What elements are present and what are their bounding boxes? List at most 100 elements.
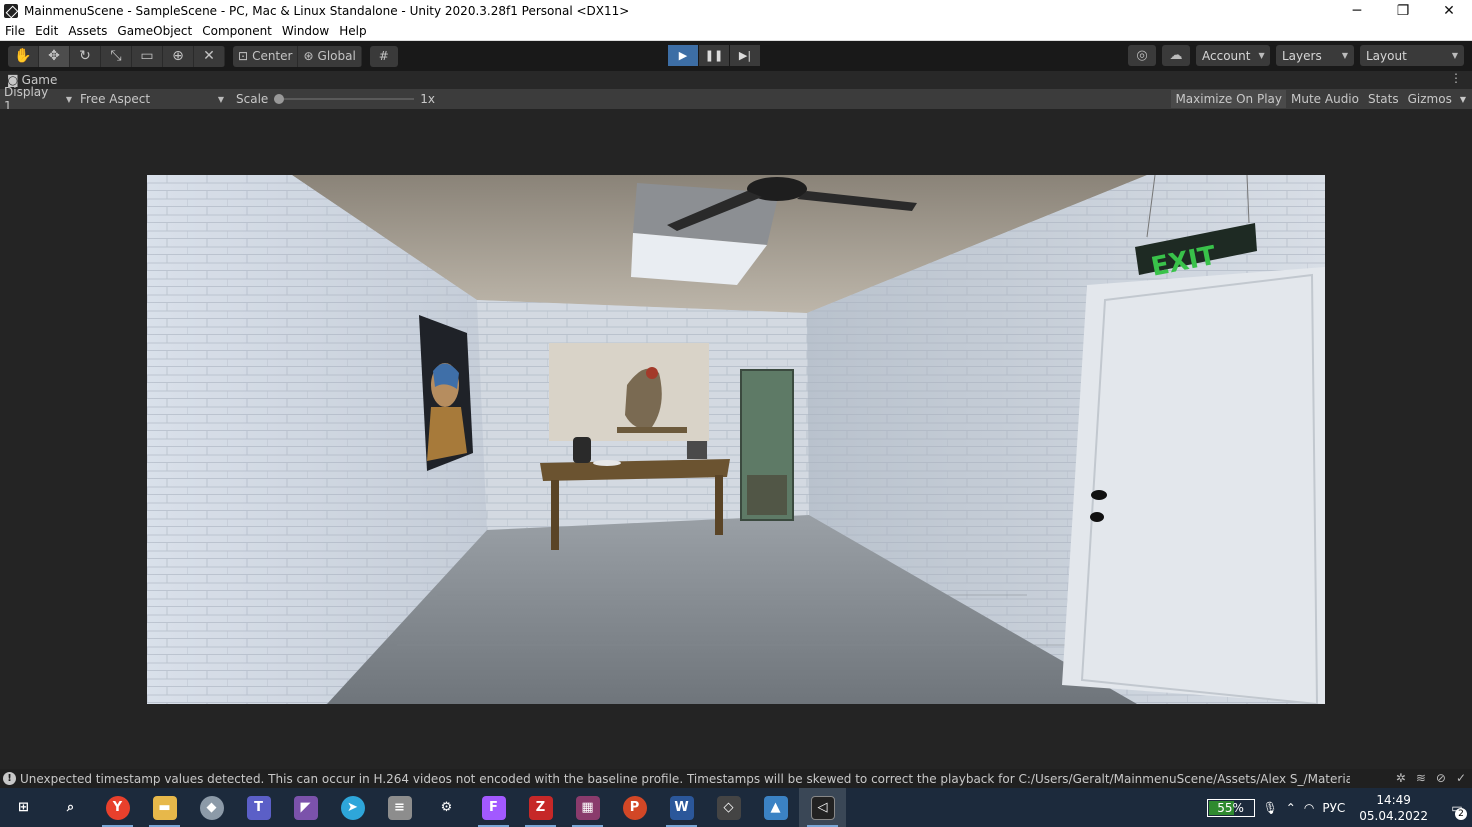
- taskbar-database[interactable]: ≡: [376, 788, 423, 827]
- gizmos-toggle[interactable]: Gizmos ▼: [1404, 90, 1470, 108]
- chevron-up-icon[interactable]: ⌃: [1286, 801, 1296, 815]
- filezilla-icon: Z: [528, 795, 553, 820]
- unity-icon: ◁: [810, 795, 835, 820]
- room-scene: EXIT: [147, 175, 1325, 704]
- scale-value: 1x: [420, 92, 436, 106]
- notification-center-button[interactable]: ▭ 2: [1442, 788, 1472, 827]
- layers-stack-icon[interactable]: ≋: [1416, 771, 1426, 785]
- start-button[interactable]: ⊞: [0, 788, 47, 827]
- taskbar-file-explorer[interactable]: ▬: [141, 788, 188, 827]
- check-circle-icon[interactable]: ✓: [1456, 771, 1466, 785]
- aspect-label: Free Aspect: [80, 92, 151, 106]
- play-icon[interactable]: ▶: [668, 45, 698, 66]
- taskbar-filezilla[interactable]: Z: [517, 788, 564, 827]
- collab-icon[interactable]: ◎: [1128, 45, 1156, 66]
- gizmos-label: Gizmos: [1407, 92, 1452, 106]
- teams-icon: T: [246, 795, 271, 820]
- books: [687, 441, 707, 459]
- taskbar-unity[interactable]: ◁: [799, 788, 846, 827]
- aspect-dropdown[interactable]: Free Aspect ▼: [76, 90, 228, 108]
- taskbar-winrar[interactable]: ▦: [564, 788, 611, 827]
- step-icon[interactable]: ▶|: [730, 45, 760, 66]
- globe-icon: ⊛: [303, 49, 314, 63]
- taskbar-figma[interactable]: F: [470, 788, 517, 827]
- windows-logo-icon: ⊞: [18, 800, 29, 815]
- scale-slider-thumb[interactable]: [274, 94, 285, 104]
- maximize-on-play-toggle[interactable]: Maximize On Play: [1171, 90, 1287, 108]
- window-title: MainmenuScene - SampleScene - PC, Mac & …: [24, 4, 630, 18]
- move-tool-icon[interactable]: ✥: [39, 45, 70, 67]
- taskbar-yandex-browser[interactable]: Y: [94, 788, 141, 827]
- taskbar-settings[interactable]: ⚙: [423, 788, 470, 827]
- menu-window[interactable]: Window: [277, 24, 334, 38]
- bug-icon[interactable]: ✲: [1396, 771, 1406, 785]
- window-titlebar: MainmenuScene - SampleScene - PC, Mac & …: [0, 0, 1472, 22]
- powerpoint-icon: P: [622, 795, 647, 820]
- taskbar-visual-studio[interactable]: ◤: [282, 788, 329, 827]
- menu-edit[interactable]: Edit: [30, 24, 63, 38]
- cloud-icon[interactable]: ☁: [1162, 45, 1190, 66]
- database-icon: ≡: [387, 795, 412, 820]
- display-dropdown[interactable]: Display 1 ▼: [0, 85, 76, 113]
- game-viewport-area: EXIT: [0, 109, 1472, 769]
- game-view[interactable]: EXIT: [147, 175, 1325, 704]
- account-label: Account: [1202, 48, 1251, 63]
- taskbar-telegram[interactable]: ➤: [329, 788, 376, 827]
- menu-bar: File Edit Assets GameObject Component Wi…: [0, 22, 1472, 41]
- wifi-icon[interactable]: ◠: [1304, 801, 1314, 815]
- search-button[interactable]: ⌕: [47, 788, 94, 827]
- custom-tool-icon[interactable]: ✕: [194, 45, 225, 67]
- console-status-bar[interactable]: ! Unexpected timestamp values detected. …: [0, 769, 1472, 788]
- taskbar-teams[interactable]: T: [235, 788, 282, 827]
- menu-component[interactable]: Component: [197, 24, 277, 38]
- microphone-icon[interactable]: 🎙: [1263, 801, 1278, 815]
- pivot-global-button[interactable]: ⊛ Global: [298, 45, 362, 67]
- menu-file[interactable]: File: [0, 24, 30, 38]
- mute-audio-toggle[interactable]: Mute Audio: [1287, 90, 1363, 108]
- telegram-icon: ➤: [340, 795, 365, 820]
- taskbar-word[interactable]: W: [658, 788, 705, 827]
- restore-button[interactable]: ❐: [1380, 0, 1426, 22]
- layers-dropdown[interactable]: Layers ▼: [1276, 45, 1354, 66]
- notification-badge: 2: [1455, 808, 1467, 820]
- scale-tool-icon[interactable]: ⤡: [101, 45, 132, 67]
- chevron-down-icon: ▼: [1459, 94, 1466, 104]
- taskbar-unity-hub[interactable]: ◇: [705, 788, 752, 827]
- taskbar-security[interactable]: ◆: [188, 788, 235, 827]
- hand-tool-icon[interactable]: ✋: [8, 45, 39, 67]
- menu-help[interactable]: Help: [334, 24, 371, 38]
- rect-tool-icon[interactable]: ▭: [132, 45, 163, 67]
- gear-icon: ⚙: [440, 800, 453, 815]
- transform-tools: ✋ ✥ ↻ ⤡ ▭ ⊕ ✕: [8, 45, 225, 67]
- taskbar-powerpoint[interactable]: P: [611, 788, 658, 827]
- pivot-center-button[interactable]: ⊡ Center: [233, 45, 299, 67]
- stats-toggle[interactable]: Stats: [1364, 90, 1403, 108]
- photos-icon: ▲: [763, 795, 788, 820]
- more-options-icon[interactable]: ⋮: [1450, 71, 1462, 85]
- close-button[interactable]: ✕: [1426, 0, 1472, 22]
- language-indicator[interactable]: РУС: [1322, 801, 1345, 815]
- pivot-center-label: Center: [252, 49, 293, 63]
- taskbar-photos[interactable]: ▲: [752, 788, 799, 827]
- grid-snap-icon[interactable]: #: [369, 45, 398, 67]
- account-dropdown[interactable]: Account ▼: [1196, 45, 1270, 66]
- scale-control: Scale 1x: [236, 92, 435, 106]
- minimize-button[interactable]: ─: [1334, 0, 1380, 22]
- pause-icon[interactable]: ❚❚: [699, 45, 729, 66]
- layout-label: Layout: [1366, 48, 1407, 63]
- layout-dropdown[interactable]: Layout ▼: [1360, 45, 1464, 66]
- menu-gameobject[interactable]: GameObject: [112, 24, 197, 38]
- chevron-down-icon: ▼: [65, 94, 72, 104]
- windows-taskbar: ⊞ ⌕ Y ▬ ◆ T ◤ ➤ ≡ ⚙ F Z ▦ P W ◇ ▲ ◁ 55% …: [0, 788, 1472, 827]
- clock[interactable]: 14:49 05.04.2022: [1359, 792, 1428, 824]
- menu-assets[interactable]: Assets: [63, 24, 112, 38]
- figma-icon: F: [481, 795, 506, 820]
- transform-tool-icon[interactable]: ⊕: [163, 45, 194, 67]
- word-icon: W: [669, 795, 694, 820]
- visual-studio-icon: ◤: [293, 795, 318, 820]
- scale-slider[interactable]: [274, 94, 415, 104]
- no-debug-icon[interactable]: ⊘: [1436, 771, 1446, 785]
- battery-indicator[interactable]: 55%: [1206, 798, 1255, 817]
- chevron-down-icon: ▼: [1258, 51, 1265, 60]
- rotate-tool-icon[interactable]: ↻: [70, 45, 101, 67]
